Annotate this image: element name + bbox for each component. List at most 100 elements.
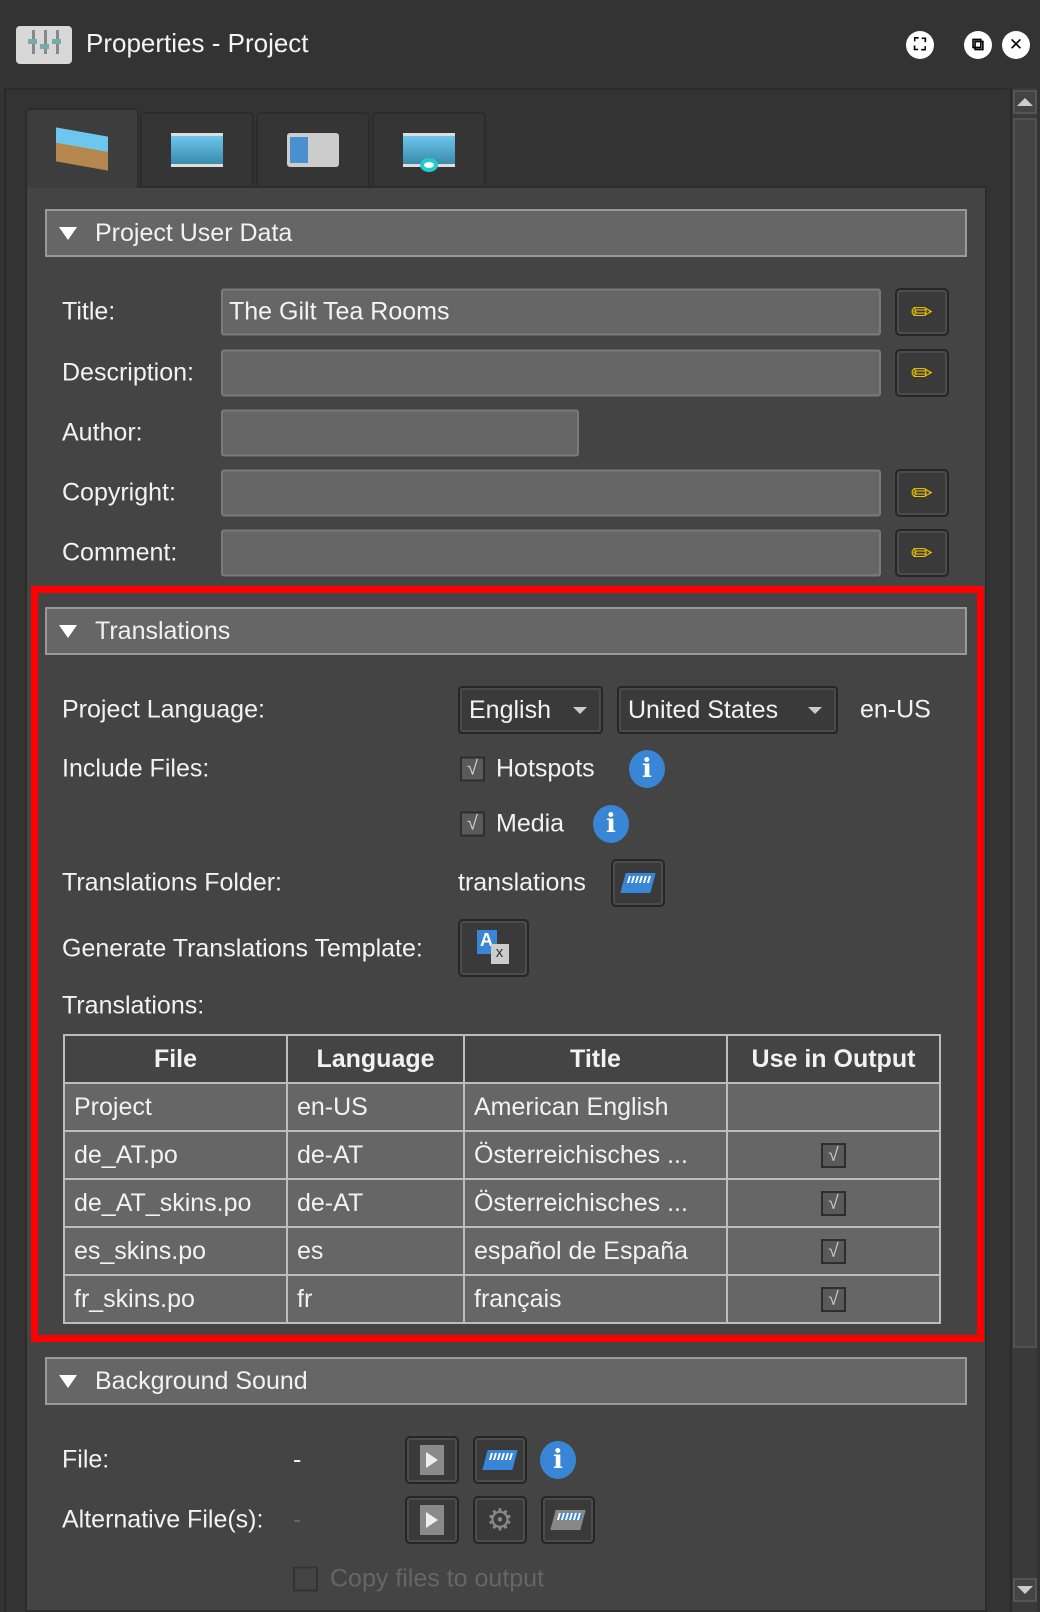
restore-button[interactable]: ⧉ [964,31,992,59]
cell-use-in-output [727,1083,940,1131]
cell-language: de-AT [287,1131,464,1179]
comment-label: Comment: [62,539,177,568]
edit-description-button[interactable]: ✏ [895,349,949,397]
table-header-row: File Language Title Use in Output [64,1035,940,1083]
use-in-output-checkbox[interactable]: √ [821,1239,846,1264]
use-in-output-checkbox[interactable]: √ [821,1191,846,1216]
copy-files-label: Copy files to output [330,1565,544,1594]
cell-use-in-output: √ [727,1179,940,1227]
folder-open-icon [482,1450,517,1470]
country-dropdown[interactable]: United States [617,686,838,734]
tab-user-data[interactable] [256,112,370,186]
include-files-label: Include Files: [62,755,209,784]
media-label: Media [496,810,564,839]
panorama-eye-icon [403,133,455,167]
vertical-scrollbar[interactable] [1010,88,1037,1612]
media-checkbox[interactable]: √ [460,812,485,837]
cell-language: fr [287,1275,464,1323]
table-row[interactable]: es_skins.poesespañol de España√ [64,1227,940,1275]
file-label: File: [62,1446,109,1475]
cell-use-in-output: √ [727,1131,940,1179]
table-row[interactable]: de_AT_skins.pode-ATÖsterreichisches ... √ [64,1179,940,1227]
language-code: en-US [860,696,931,725]
play-sound-button[interactable] [405,1436,459,1484]
country-value: United States [628,696,778,725]
column-header-file[interactable]: File [64,1035,287,1083]
cell-use-in-output: √ [727,1227,940,1275]
pencil-icon: ✏ [911,538,933,569]
section-header-translations[interactable]: Translations [45,607,967,655]
edit-copyright-button[interactable]: ✏ [895,469,949,517]
translations-table-label: Translations: [62,992,204,1021]
edit-title-button[interactable]: ✏ [895,288,949,336]
scroll-down-button[interactable] [1013,1578,1037,1602]
browse-folder-button[interactable] [611,859,665,907]
browse-alternative-button[interactable] [541,1496,595,1544]
hotspots-checkbox[interactable]: √ [460,757,485,782]
language-dropdown[interactable]: English [458,686,603,734]
description-input[interactable] [221,350,881,397]
language-value: English [469,696,551,725]
generate-template-button[interactable]: Ax [458,919,529,977]
browse-sound-button[interactable] [473,1436,527,1484]
cell-title: Österreichisches ... [464,1179,727,1227]
hotspots-label: Hotspots [496,755,595,784]
cell-title: español de España [464,1227,727,1275]
cell-use-in-output: √ [727,1275,940,1323]
copyright-input[interactable] [221,470,881,517]
pencil-icon: ✏ [911,358,933,389]
hotspots-info-icon[interactable]: i [629,750,665,788]
scroll-up-button[interactable] [1013,90,1037,114]
table-row[interactable]: Projecten-USAmerican English [64,1083,940,1131]
table-row[interactable]: de_AT.pode-ATÖsterreichisches ...√ [64,1131,940,1179]
media-info-icon[interactable]: i [593,805,629,843]
cell-language: de-AT [287,1179,464,1227]
use-in-output-checkbox[interactable]: √ [821,1287,846,1312]
tab-view[interactable] [372,112,486,186]
cell-file: de_AT_skins.po [64,1179,287,1227]
cell-file: fr_skins.po [64,1275,287,1323]
comment-input[interactable] [221,530,881,577]
folder-open-icon [620,873,655,893]
title-input[interactable]: The Gilt Tea Rooms [221,289,881,336]
cell-title: français [464,1275,727,1323]
window-title: Properties - Project [86,28,309,59]
alternative-settings-button[interactable]: ⚙ [473,1496,527,1544]
title-label: Title: [62,298,115,327]
tab-panorama[interactable] [140,112,254,186]
play-icon [420,1505,444,1535]
section-title: Translations [95,617,230,646]
column-header-language[interactable]: Language [287,1035,464,1083]
column-header-use-in-output[interactable]: Use in Output [727,1035,940,1083]
fullscreen-button[interactable]: ⛶ [906,31,934,59]
tab-project[interactable] [25,108,139,188]
close-button[interactable]: ✕ [1002,31,1030,59]
scrollbar-thumb[interactable] [1013,118,1037,1348]
translations-folder-value: translations [458,869,586,898]
arrow-down-icon [1017,1586,1033,1594]
cell-file: Project [64,1083,287,1131]
pencil-icon: ✏ [911,478,933,509]
alternative-files-value: - [293,1506,301,1535]
use-in-output-checkbox[interactable]: √ [821,1143,846,1168]
cell-language: en-US [287,1083,464,1131]
sound-info-icon[interactable]: i [540,1441,576,1479]
section-header-project-user-data[interactable]: Project User Data [45,209,967,257]
author-input[interactable] [221,410,579,457]
translate-icon: Ax [477,930,511,966]
gear-icon: ⚙ [487,1503,514,1538]
arrow-up-icon [1017,98,1033,106]
section-header-background-sound[interactable]: Background Sound [45,1357,967,1405]
edit-comment-button[interactable]: ✏ [895,529,949,577]
id-card-icon [287,133,339,167]
copy-files-checkbox[interactable] [293,1567,318,1592]
description-label: Description: [62,359,194,388]
column-header-title[interactable]: Title [464,1035,727,1083]
section-title: Background Sound [95,1367,308,1396]
play-alternative-button[interactable] [405,1496,459,1544]
project-box-icon [56,127,108,170]
translations-table: File Language Title Use in Output Projec… [63,1034,941,1324]
cell-language: es [287,1227,464,1275]
table-row[interactable]: fr_skins.pofrfrançais √ [64,1275,940,1323]
panorama-icon [171,133,223,167]
